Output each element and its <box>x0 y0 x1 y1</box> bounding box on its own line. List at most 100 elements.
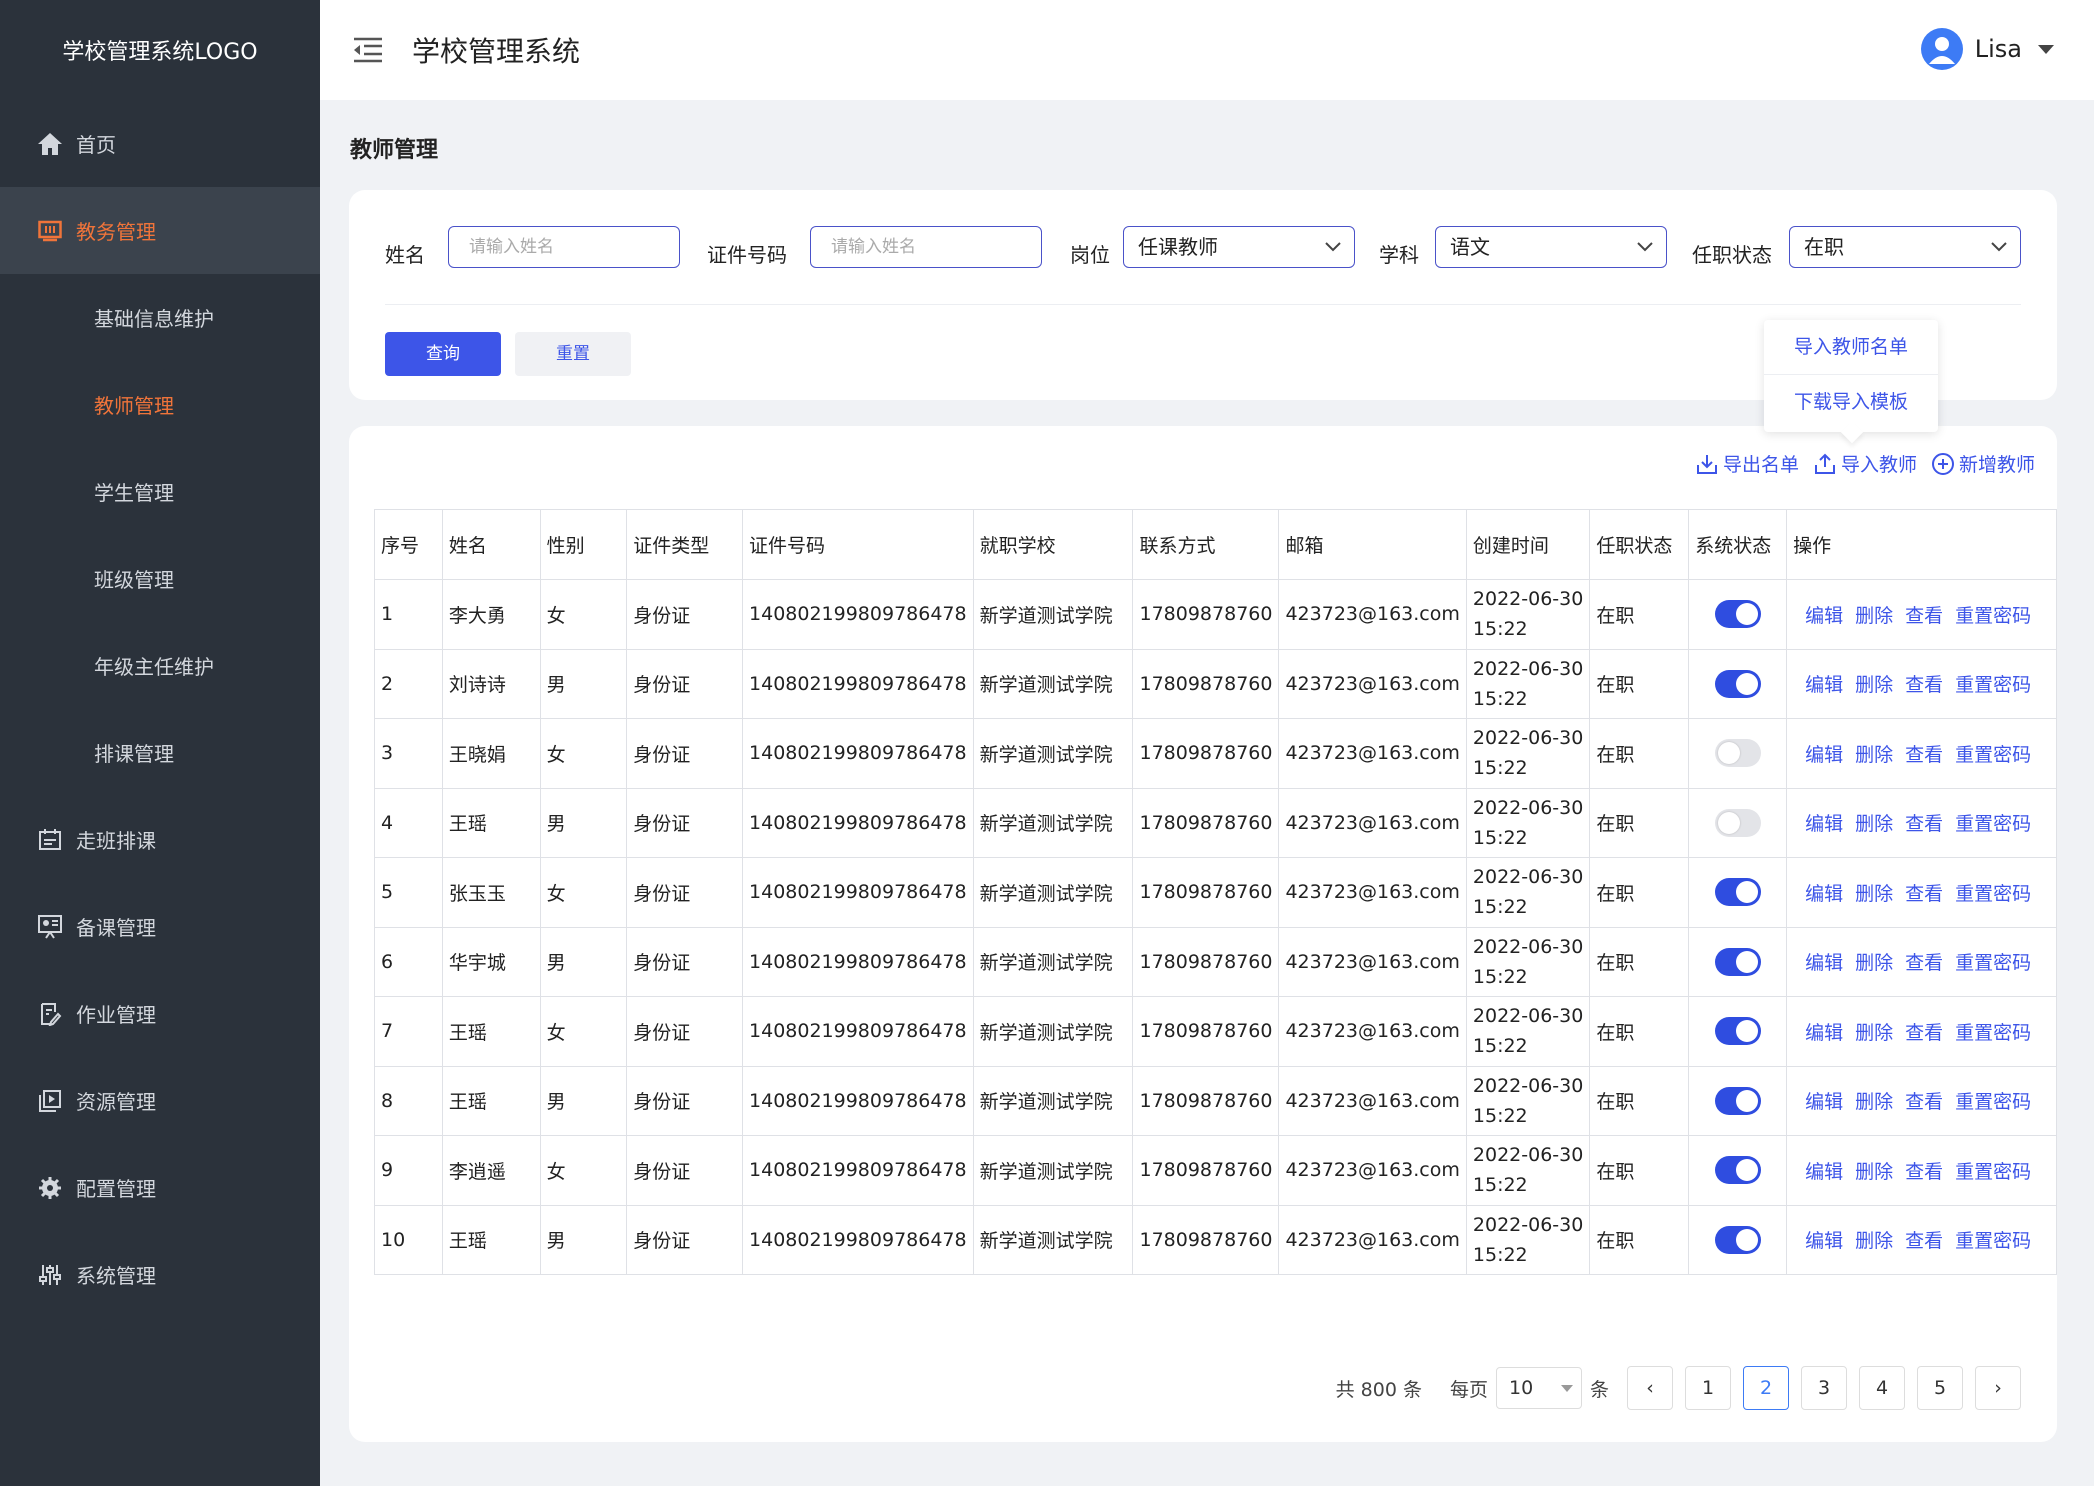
user-menu[interactable]: Lisa <box>1920 28 2054 70</box>
reset-password-link[interactable]: 重置密码 <box>1955 883 2031 905</box>
reset-password-link[interactable]: 重置密码 <box>1955 1022 2031 1044</box>
nav-sub-student[interactable]: 学生管理 <box>0 448 320 535</box>
nav-lesson-prep[interactable]: 备课管理 <box>0 883 320 970</box>
created-date: 2022-06-30 <box>1472 1074 1584 1097</box>
nav-shift-schedule[interactable]: 走班排课 <box>0 796 320 883</box>
system-status-toggle[interactable] <box>1715 808 1762 837</box>
view-link[interactable]: 查看 <box>1905 813 1943 835</box>
edit-link[interactable]: 编辑 <box>1805 605 1843 627</box>
edit-link[interactable]: 编辑 <box>1805 883 1843 905</box>
nav-sub-basic-info[interactable]: 基础信息维护 <box>0 274 320 361</box>
nav-sub-teacher[interactable]: 教师管理 <box>0 361 320 448</box>
cell-actions: 编辑 删除 查看 重置密码 <box>1786 579 2057 650</box>
view-link[interactable]: 查看 <box>1905 674 1943 696</box>
subject-select[interactable]: 语文 <box>1435 226 1667 268</box>
app-logo[interactable]: 学校管理系统LOGO <box>0 0 320 100</box>
view-link[interactable]: 查看 <box>1905 952 1943 974</box>
page-button-5[interactable]: 5 <box>1917 1366 1963 1410</box>
system-status-toggle[interactable] <box>1715 947 1762 976</box>
system-status-toggle[interactable] <box>1715 1086 1762 1115</box>
nav-sub-grade-director[interactable]: 年级主任维护 <box>0 622 320 709</box>
per-page-select[interactable]: 10 <box>1495 1367 1582 1409</box>
query-button[interactable]: 查询 <box>385 332 501 376</box>
system-status-toggle[interactable] <box>1715 878 1762 907</box>
system-status-toggle[interactable] <box>1715 669 1762 698</box>
edit-link[interactable]: 编辑 <box>1805 744 1843 766</box>
reset-password-link[interactable]: 重置密码 <box>1955 605 2031 627</box>
system-status-toggle[interactable] <box>1715 739 1762 768</box>
col-header-actions: 操作 <box>1786 509 2057 580</box>
menu-fold-icon[interactable] <box>350 35 384 65</box>
export-list-button[interactable]: 导出名单 <box>1695 450 1799 477</box>
import-teacher-list-item[interactable]: 导入教师名单 <box>1764 320 1938 374</box>
reset-password-link[interactable]: 重置密码 <box>1955 674 2031 696</box>
cell-actions: 编辑 删除 查看 重置密码 <box>1786 1065 2057 1136</box>
add-teacher-button[interactable]: 新增教师 <box>1931 450 2035 477</box>
delete-link[interactable]: 删除 <box>1855 1022 1893 1044</box>
delete-link[interactable]: 删除 <box>1855 813 1893 835</box>
delete-link[interactable]: 删除 <box>1855 952 1893 974</box>
delete-link[interactable]: 删除 <box>1855 1091 1893 1113</box>
view-link[interactable]: 查看 <box>1905 605 1943 627</box>
nav-sub-course-schedule[interactable]: 排课管理 <box>0 709 320 796</box>
view-link[interactable]: 查看 <box>1905 1230 1943 1252</box>
post-select[interactable]: 任课教师 <box>1123 226 1355 268</box>
edit-link[interactable]: 编辑 <box>1805 813 1843 835</box>
edit-link[interactable]: 编辑 <box>1805 952 1843 974</box>
delete-link[interactable]: 删除 <box>1855 883 1893 905</box>
reset-password-link[interactable]: 重置密码 <box>1955 744 2031 766</box>
toggle-knob <box>1718 811 1741 834</box>
nav-config[interactable]: 配置管理 <box>0 1144 320 1231</box>
edit-link[interactable]: 编辑 <box>1805 1091 1843 1113</box>
prep-icon <box>36 913 64 941</box>
prev-page-button[interactable]: ‹ <box>1627 1366 1673 1410</box>
delete-link[interactable]: 删除 <box>1855 1161 1893 1183</box>
nav-system[interactable]: 系统管理 <box>0 1231 320 1318</box>
reset-password-link[interactable]: 重置密码 <box>1955 813 2031 835</box>
reset-password-link[interactable]: 重置密码 <box>1955 1230 2031 1252</box>
id-number-input[interactable]: 请输入姓名 <box>810 226 1042 268</box>
system-status-toggle[interactable] <box>1715 600 1762 629</box>
page-button-3[interactable]: 3 <box>1801 1366 1847 1410</box>
nav-academic[interactable]: 教务管理 <box>0 187 320 274</box>
cell-phone: 17809878760 <box>1132 1065 1280 1136</box>
cell-id-type: 身份证 <box>626 1204 744 1275</box>
page-button-4[interactable]: 4 <box>1859 1366 1905 1410</box>
next-page-button[interactable]: › <box>1975 1366 2021 1410</box>
page-button-2[interactable]: 2 <box>1743 1366 1789 1410</box>
toggle-knob <box>1736 881 1759 904</box>
edit-link[interactable]: 编辑 <box>1805 1230 1843 1252</box>
delete-link[interactable]: 删除 <box>1855 1230 1893 1252</box>
nav-resource[interactable]: 资源管理 <box>0 1057 320 1144</box>
system-status-toggle[interactable] <box>1715 1156 1762 1185</box>
delete-link[interactable]: 删除 <box>1855 674 1893 696</box>
reset-password-link[interactable]: 重置密码 <box>1955 1091 2031 1113</box>
created-time: 15:22 <box>1472 1243 1528 1266</box>
cell-email: 423723@163.com <box>1278 718 1467 789</box>
delete-link[interactable]: 删除 <box>1855 744 1893 766</box>
reset-password-link[interactable]: 重置密码 <box>1955 1161 2031 1183</box>
edit-link[interactable]: 编辑 <box>1805 1161 1843 1183</box>
import-teacher-button[interactable]: 导入教师 <box>1813 450 1917 477</box>
view-link[interactable]: 查看 <box>1905 883 1943 905</box>
view-link[interactable]: 查看 <box>1905 1022 1943 1044</box>
nav-sub-class[interactable]: 班级管理 <box>0 535 320 622</box>
edit-link[interactable]: 编辑 <box>1805 674 1843 696</box>
edit-link[interactable]: 编辑 <box>1805 1022 1843 1044</box>
view-link[interactable]: 查看 <box>1905 1091 1943 1113</box>
view-link[interactable]: 查看 <box>1905 1161 1943 1183</box>
per-page-unit: 条 <box>1589 1378 1609 1401</box>
reset-button[interactable]: 重置 <box>515 332 631 376</box>
view-link[interactable]: 查看 <box>1905 744 1943 766</box>
employment-status-select[interactable]: 在职 <box>1789 226 2021 268</box>
cell-actions: 编辑 删除 查看 重置密码 <box>1786 857 2057 928</box>
system-status-toggle[interactable] <box>1715 1017 1762 1046</box>
delete-link[interactable]: 删除 <box>1855 605 1893 627</box>
nav-home[interactable]: 首页 <box>0 100 320 187</box>
nav-homework[interactable]: 作业管理 <box>0 970 320 1057</box>
cell-system-status <box>1688 787 1788 858</box>
page-button-1[interactable]: 1 <box>1685 1366 1731 1410</box>
name-input[interactable]: 请输入姓名 <box>448 226 680 268</box>
system-status-toggle[interactable] <box>1715 1225 1762 1254</box>
reset-password-link[interactable]: 重置密码 <box>1955 952 2031 974</box>
